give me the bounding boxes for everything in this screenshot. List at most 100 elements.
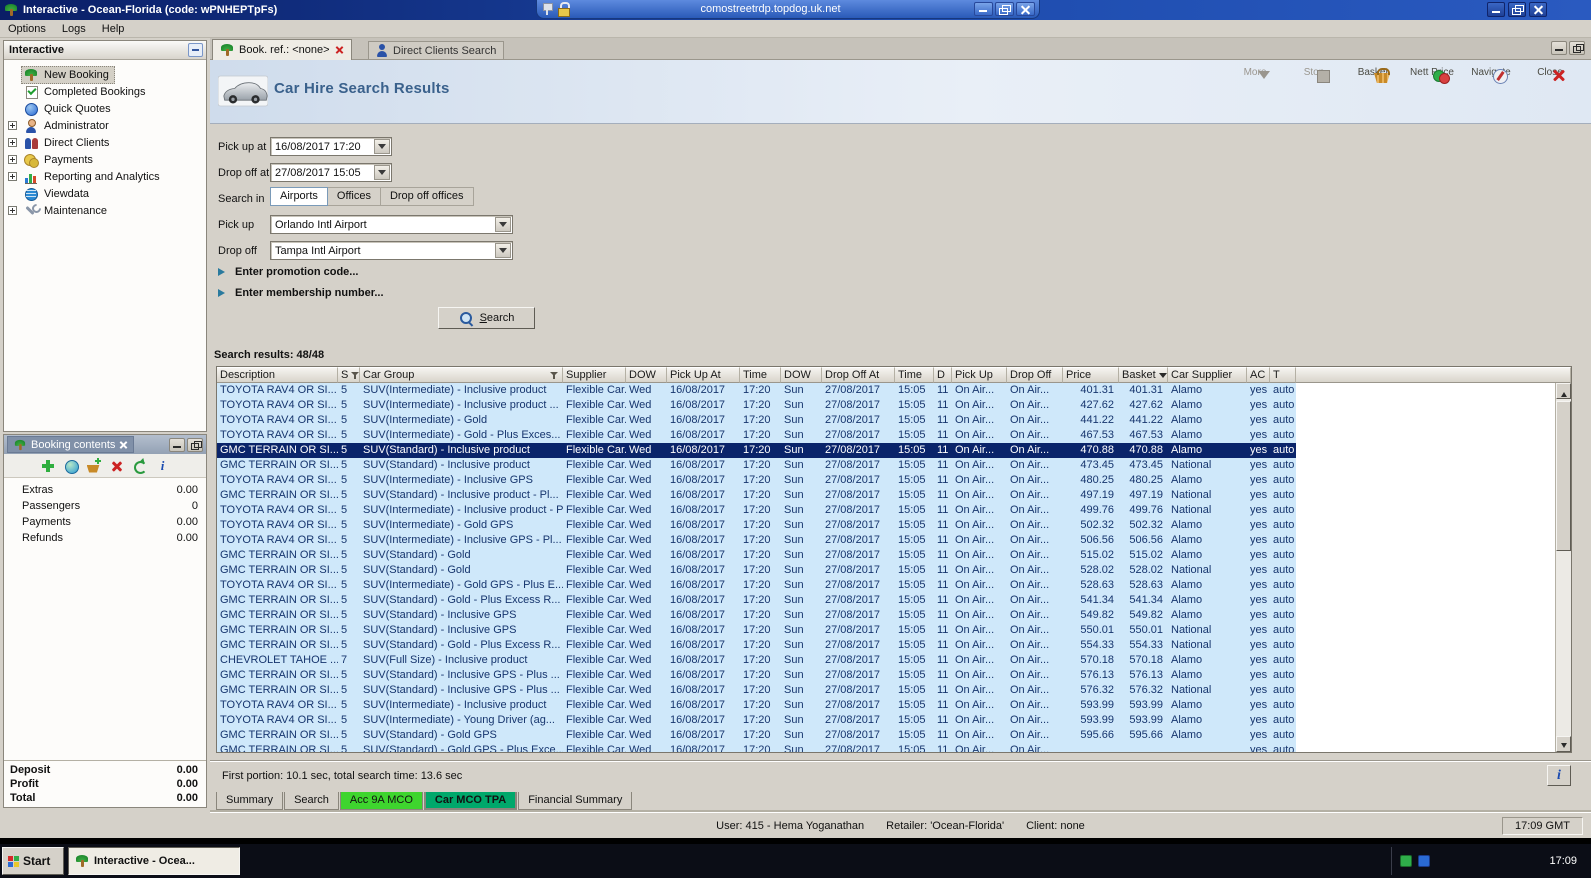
tab-booking-ref[interactable]: Book. ref.: <none> <box>212 39 352 60</box>
panel-restore-button[interactable] <box>187 437 203 452</box>
promotion-code-expander[interactable]: Enter promotion code... <box>218 266 358 278</box>
bottom-tab[interactable]: Search <box>284 792 339 810</box>
expand-plus-icon[interactable] <box>8 206 17 215</box>
tree-item[interactable]: Payments <box>4 151 206 168</box>
column-pickup-at[interactable]: Pick Up At <box>667 367 740 383</box>
menu-item[interactable]: Logs <box>54 21 94 37</box>
column-car-supplier[interactable]: Car Supplier <box>1168 367 1247 383</box>
booking-contents-row[interactable]: Extras 0.00 <box>4 482 206 498</box>
info-icon[interactable] <box>155 458 171 474</box>
bottom-tab[interactable]: Car MCO TPA <box>423 792 518 810</box>
result-row[interactable]: GMC TERRAIN OR SI... 5 SUV(Standard) - I… <box>217 488 1296 503</box>
mdi-restore-button[interactable] <box>1569 41 1585 55</box>
tree-item[interactable]: Reporting and Analytics <box>4 168 206 185</box>
pin-icon[interactable] <box>541 2 553 16</box>
result-row[interactable]: GMC TERRAIN OR SI... 5 SUV(Standard) - I… <box>217 623 1296 638</box>
scrollbar-thumb[interactable] <box>1556 401 1571 551</box>
result-row[interactable]: TOYOTA RAV4 OR SI... 5 SUV(Intermediate)… <box>217 713 1296 728</box>
column-price[interactable]: Price <box>1063 367 1119 383</box>
result-row[interactable]: TOYOTA RAV4 OR SI... 5 SUV(Intermediate)… <box>217 698 1296 713</box>
column-ac[interactable]: AC <box>1247 367 1270 383</box>
rdp-minimize-button[interactable] <box>974 2 993 16</box>
result-row[interactable]: GMC TERRAIN OR SI... 5 SUV(Standard) - G… <box>217 743 1296 752</box>
close-icon[interactable] <box>119 440 128 449</box>
minimize-button[interactable] <box>1487 2 1505 17</box>
taskbar-app-button[interactable]: Interactive - Ocea... <box>68 847 240 875</box>
bottom-tab[interactable]: Financial Summary <box>518 792 633 810</box>
dropdown-arrow-icon[interactable] <box>495 243 511 258</box>
column-dow-dropoff[interactable]: DOW <box>781 367 822 383</box>
search-in-option[interactable]: Offices <box>327 187 381 206</box>
result-row[interactable]: TOYOTA RAV4 OR SI... 5 SUV(Intermediate)… <box>217 473 1296 488</box>
navigate-button[interactable]: Navigate <box>1468 67 1514 78</box>
menu-item[interactable]: Options <box>0 21 54 37</box>
tray-icon-1[interactable] <box>1400 855 1412 867</box>
result-row[interactable]: TOYOTA RAV4 OR SI... 5 SUV(Intermediate)… <box>217 398 1296 413</box>
pickup-at-field[interactable]: 16/08/2017 17:20 <box>270 137 392 156</box>
booking-contents-row[interactable]: Refunds 0.00 <box>4 530 206 546</box>
dropdown-arrow-icon[interactable] <box>495 217 511 232</box>
column-basket[interactable]: Basket <box>1119 367 1168 383</box>
result-row[interactable]: TOYOTA RAV4 OR SI... 5 SUV(Intermediate)… <box>217 533 1296 548</box>
tree-item[interactable]: Quick Quotes <box>4 100 206 117</box>
tab-direct-clients-search[interactable]: Direct Clients Search <box>368 41 505 60</box>
column-transmission[interactable]: T <box>1270 367 1296 383</box>
result-row[interactable]: GMC TERRAIN OR SI... 5 SUV(Standard) - I… <box>217 458 1296 473</box>
start-button[interactable]: Start <box>2 847 64 875</box>
view-icon[interactable] <box>63 458 79 474</box>
search-in-option[interactable]: Airports <box>270 187 328 206</box>
result-row[interactable]: TOYOTA RAV4 OR SI... 5 SUV(Intermediate)… <box>217 518 1296 533</box>
expand-plus-icon[interactable] <box>8 121 17 130</box>
nett-price-button[interactable]: Nett Price <box>1409 67 1455 78</box>
tree-item[interactable]: Direct Clients <box>4 134 206 151</box>
filter-icon[interactable] <box>351 371 359 380</box>
info-button[interactable] <box>1547 765 1571 786</box>
result-row[interactable]: GMC TERRAIN OR SI... 5 SUV(Standard) - G… <box>217 548 1296 563</box>
result-row[interactable]: GMC TERRAIN OR SI... 5 SUV(Standard) - G… <box>217 638 1296 653</box>
refresh-icon[interactable] <box>132 458 148 474</box>
column-car-group[interactable]: Car Group <box>360 367 563 383</box>
column-days[interactable]: D <box>934 367 952 383</box>
tree-item[interactable]: Viewdata <box>4 185 206 202</box>
tab-close-icon[interactable] <box>335 46 344 55</box>
rdp-close-button[interactable] <box>1016 2 1035 16</box>
result-row[interactable]: GMC TERRAIN OR SI... 5 SUV(Standard) - I… <box>217 683 1296 698</box>
scroll-up-icon[interactable] <box>1556 383 1571 399</box>
bottom-tab[interactable]: Acc 9A MCO <box>339 792 423 810</box>
add-basket-icon[interactable] <box>86 457 102 474</box>
booking-contents-tab[interactable]: Booking contents <box>7 436 135 453</box>
result-row[interactable]: GMC TERRAIN OR SI... 5 SUV(Standard) - I… <box>217 443 1296 458</box>
membership-number-expander[interactable]: Enter membership number... <box>218 287 384 299</box>
tray-icon-2[interactable] <box>1418 855 1430 867</box>
menu-item[interactable]: Help <box>94 21 133 37</box>
column-dropoff-office[interactable]: Drop Off <box>1007 367 1063 383</box>
restore-button[interactable] <box>1508 2 1526 17</box>
result-row[interactable]: TOYOTA RAV4 OR SI... 5 SUV(Intermediate)… <box>217 428 1296 443</box>
column-pickup-time[interactable]: Time <box>740 367 781 383</box>
booking-contents-row[interactable]: Passengers 0 <box>4 498 206 514</box>
result-row[interactable]: GMC TERRAIN OR SI... 5 SUV(Standard) - G… <box>217 563 1296 578</box>
delete-icon[interactable] <box>109 458 125 474</box>
result-row[interactable]: GMC TERRAIN OR SI... 5 SUV(Standard) - G… <box>217 593 1296 608</box>
search-button[interactable]: Search <box>438 307 535 329</box>
close-button[interactable] <box>1529 2 1547 17</box>
result-row[interactable]: GMC TERRAIN OR SI... 5 SUV(Standard) - I… <box>217 608 1296 623</box>
add-icon[interactable] <box>40 458 56 474</box>
rdp-restore-button[interactable] <box>995 2 1014 16</box>
result-row[interactable]: CHEVROLET TAHOE ... 7 SUV(Full Size) - I… <box>217 653 1296 668</box>
column-dow-pickup[interactable]: DOW <box>626 367 667 383</box>
dropdown-arrow-icon[interactable] <box>374 165 390 180</box>
tree-item[interactable]: New Booking <box>4 65 206 84</box>
pickup-combo[interactable]: Orlando Intl Airport <box>270 215 513 234</box>
column-pickup-office[interactable]: Pick Up <box>952 367 1007 383</box>
expand-plus-icon[interactable] <box>8 172 17 181</box>
mdi-minimize-button[interactable] <box>1551 41 1567 55</box>
expand-plus-icon[interactable] <box>8 155 17 164</box>
column-supplier[interactable]: Supplier <box>563 367 626 383</box>
result-row[interactable]: TOYOTA RAV4 OR SI... 5 SUV(Intermediate)… <box>217 503 1296 518</box>
result-row[interactable]: TOYOTA RAV4 OR SI... 5 SUV(Intermediate)… <box>217 413 1296 428</box>
column-dropoff-at[interactable]: Drop Off At <box>822 367 895 383</box>
column-seats[interactable]: S <box>338 367 360 383</box>
filter-icon[interactable] <box>550 371 559 380</box>
vertical-scrollbar[interactable] <box>1555 383 1571 752</box>
